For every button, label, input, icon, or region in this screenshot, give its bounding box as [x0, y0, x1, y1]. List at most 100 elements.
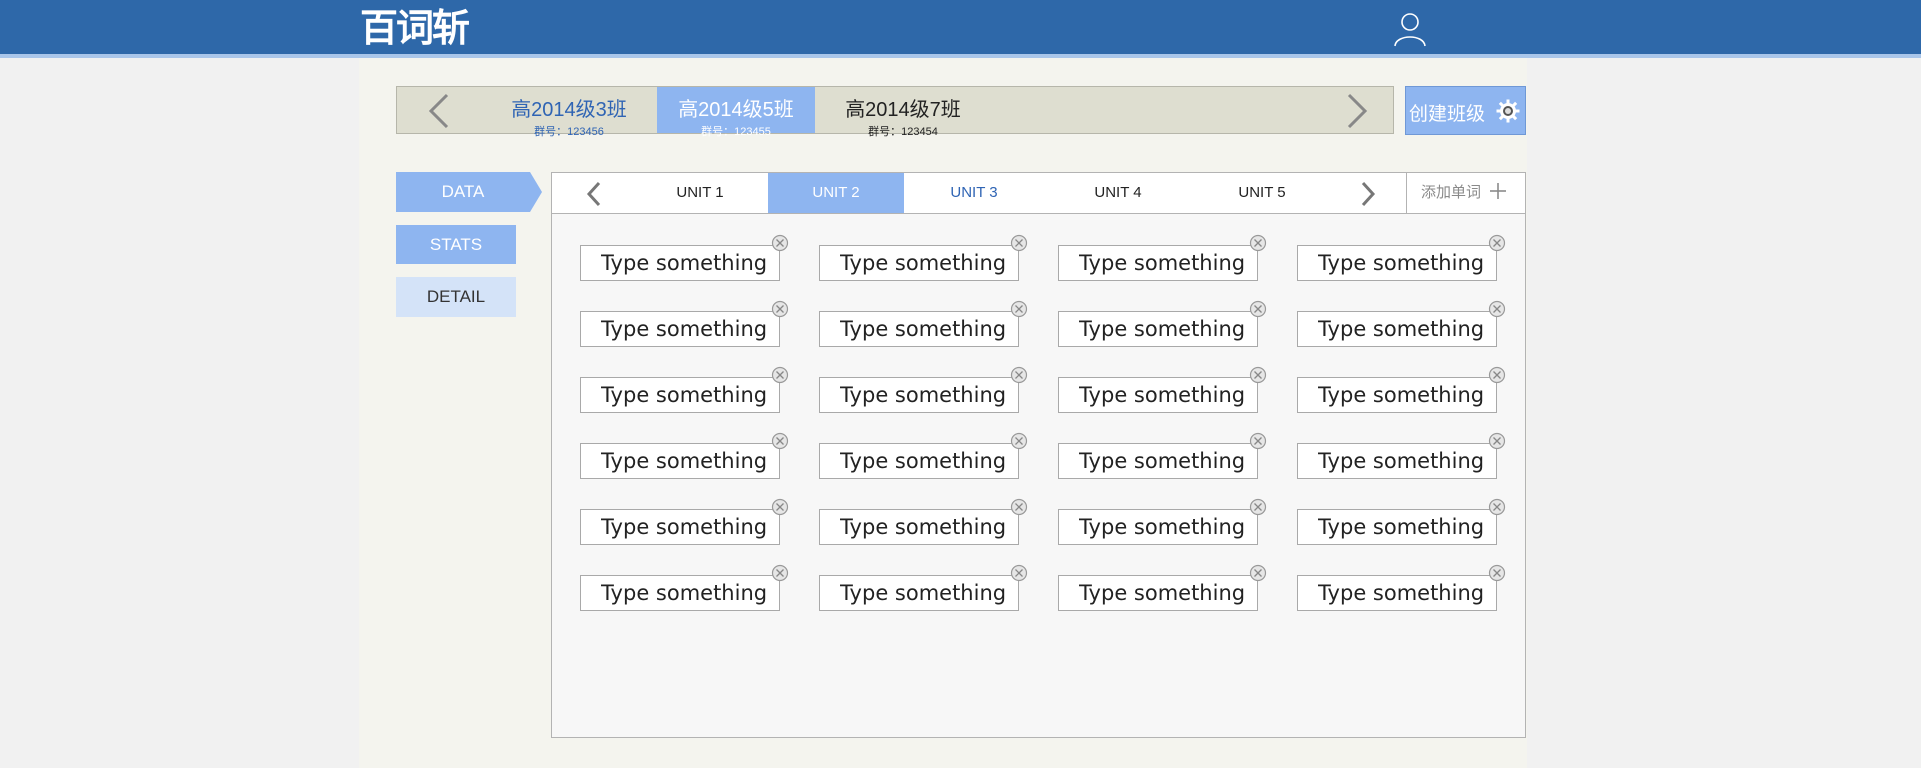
word-input[interactable] — [1058, 245, 1258, 281]
nav-detail-button[interactable]: DETAIL — [396, 277, 516, 317]
remove-word-icon[interactable] — [1249, 564, 1267, 582]
user-icon[interactable] — [1392, 10, 1428, 48]
class-group-number: 群号：123455 — [701, 126, 771, 138]
remove-word-icon[interactable] — [1488, 300, 1506, 318]
word-input[interactable] — [580, 377, 780, 413]
word-input[interactable] — [1058, 509, 1258, 545]
remove-word-icon[interactable] — [771, 564, 789, 582]
remove-word-icon[interactable] — [771, 366, 789, 384]
word-item — [1058, 366, 1267, 413]
word-item — [580, 234, 789, 281]
remove-word-icon[interactable] — [1010, 366, 1028, 384]
word-item — [819, 300, 1028, 347]
add-word-label: 添加单词 — [1421, 184, 1482, 201]
remove-word-icon[interactable] — [1249, 498, 1267, 516]
word-input[interactable] — [1058, 575, 1258, 611]
remove-word-icon[interactable] — [1488, 366, 1506, 384]
word-input[interactable] — [819, 377, 1019, 413]
remove-word-icon[interactable] — [1249, 234, 1267, 252]
word-input[interactable] — [1297, 509, 1497, 545]
remove-word-icon[interactable] — [1010, 234, 1028, 252]
remove-word-icon[interactable] — [1249, 432, 1267, 450]
top-bar: 百词斩 — [0, 0, 1921, 58]
word-input[interactable] — [819, 575, 1019, 611]
tab-unit-3[interactable]: UNIT 3 — [906, 173, 1042, 213]
word-input[interactable] — [580, 245, 780, 281]
nav-data-button[interactable]: DATA — [396, 172, 530, 212]
word-input[interactable] — [819, 311, 1019, 347]
nav-data-arrow — [530, 172, 542, 212]
remove-word-icon[interactable] — [771, 300, 789, 318]
tab-unit-1[interactable]: UNIT 1 — [632, 173, 768, 213]
word-item — [1058, 234, 1267, 281]
word-input[interactable] — [580, 509, 780, 545]
word-input[interactable] — [819, 509, 1019, 545]
create-class-button[interactable]: 创建班级 — [1405, 86, 1526, 135]
remove-word-icon[interactable] — [771, 498, 789, 516]
remove-word-icon[interactable] — [771, 432, 789, 450]
word-item — [580, 300, 789, 347]
word-item — [819, 564, 1028, 611]
word-item — [1058, 300, 1267, 347]
word-item — [1297, 564, 1506, 611]
add-word-button[interactable]: 添加单词 — [1406, 173, 1525, 213]
word-input[interactable] — [1297, 245, 1497, 281]
remove-word-icon[interactable] — [1488, 564, 1506, 582]
remove-word-icon[interactable] — [1488, 234, 1506, 252]
word-input[interactable] — [580, 311, 780, 347]
remove-word-icon[interactable] — [1010, 498, 1028, 516]
remove-word-icon[interactable] — [1249, 366, 1267, 384]
remove-word-icon[interactable] — [1010, 432, 1028, 450]
class-group-number: 群号：123456 — [534, 126, 604, 138]
word-input[interactable] — [1297, 575, 1497, 611]
class-tab-1[interactable]: 高2014级3班 群号：123456 — [483, 87, 655, 138]
word-item — [1297, 432, 1506, 479]
class-carousel: 高2014级3班 群号：123456 高2014级5班 群号：123455 高2… — [396, 86, 1394, 138]
word-item — [1058, 564, 1267, 611]
class-prev-arrow-icon[interactable] — [425, 93, 455, 129]
word-item — [1297, 234, 1506, 281]
tab-unit-5[interactable]: UNIT 5 — [1194, 173, 1330, 213]
word-input[interactable] — [580, 443, 780, 479]
word-input[interactable] — [1297, 311, 1497, 347]
class-tab-3[interactable]: 高2014级7班 群号：123454 — [817, 87, 989, 138]
class-name: 高2014级7班 — [845, 99, 961, 121]
word-item — [580, 498, 789, 545]
remove-word-icon[interactable] — [1010, 300, 1028, 318]
word-item — [1297, 366, 1506, 413]
word-input[interactable] — [1297, 443, 1497, 479]
remove-word-icon[interactable] — [771, 234, 789, 252]
word-input[interactable] — [1297, 377, 1497, 413]
word-item — [1058, 498, 1267, 545]
remove-word-icon[interactable] — [1010, 564, 1028, 582]
word-input[interactable] — [1058, 311, 1258, 347]
word-item — [580, 564, 789, 611]
word-input[interactable] — [1058, 443, 1258, 479]
word-input[interactable] — [819, 443, 1019, 479]
unit-prev-arrow-icon[interactable] — [584, 181, 606, 207]
unit-next-arrow-icon[interactable] — [1356, 181, 1378, 207]
word-input[interactable] — [1058, 377, 1258, 413]
word-panel — [551, 213, 1526, 738]
word-item — [1297, 498, 1506, 545]
gear-icon — [1496, 99, 1520, 123]
class-name: 高2014级3班 — [511, 99, 627, 121]
class-group-number: 群号：123454 — [868, 126, 938, 138]
word-item — [819, 234, 1028, 281]
tab-unit-2[interactable]: UNIT 2 — [768, 173, 904, 213]
word-item — [819, 498, 1028, 545]
class-next-arrow-icon[interactable] — [1341, 93, 1371, 129]
word-input[interactable] — [819, 245, 1019, 281]
unit-tab-bar: UNIT 1 UNIT 2 UNIT 3 UNIT 4 UNIT 5 添加单词 — [551, 172, 1526, 214]
remove-word-icon[interactable] — [1249, 300, 1267, 318]
remove-word-icon[interactable] — [1488, 498, 1506, 516]
word-item — [1297, 300, 1506, 347]
class-tab-2[interactable]: 高2014级5班 群号：123455 — [657, 87, 815, 138]
remove-word-icon[interactable] — [1488, 432, 1506, 450]
plus-icon — [1490, 183, 1507, 199]
tab-unit-4[interactable]: UNIT 4 — [1050, 173, 1186, 213]
nav-stats-button[interactable]: STATS — [396, 225, 516, 264]
create-class-label: 创建班级 — [1409, 104, 1486, 125]
word-input[interactable] — [580, 575, 780, 611]
word-item — [819, 366, 1028, 413]
